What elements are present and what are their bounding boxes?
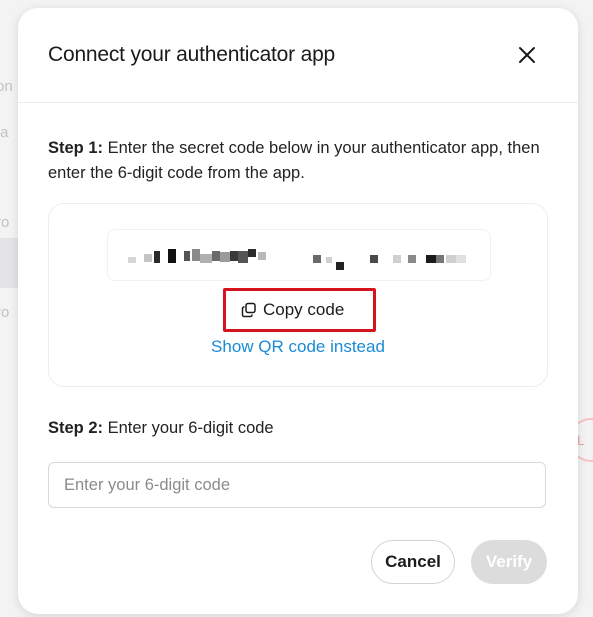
close-button[interactable] — [516, 44, 538, 66]
copy-icon — [241, 302, 256, 318]
step1-label: Step 1: — [48, 139, 104, 157]
background-row — [0, 238, 20, 288]
authenticator-modal: Connect your authenticator app Step 1: E… — [18, 8, 578, 614]
step1-instructions: Step 1: Enter the secret code below in y… — [48, 136, 548, 186]
step2-instructions: Step 2: Enter your 6-digit code — [48, 419, 274, 438]
background-text: ro — [0, 304, 10, 321]
step2-label: Step 2: — [48, 419, 104, 437]
background-text: ta — [0, 124, 9, 141]
copy-code-button[interactable]: Copy code — [241, 297, 344, 323]
step1-text: Enter the secret code below in your auth… — [48, 139, 540, 182]
modal-title: Connect your authenticator app — [48, 43, 336, 66]
blurred-secret-code — [128, 249, 466, 270]
verify-button[interactable]: Verify — [471, 540, 547, 584]
six-digit-code-input[interactable] — [48, 462, 546, 508]
copy-code-label: Copy code — [263, 300, 345, 319]
secret-code-field — [107, 229, 491, 281]
background-text: on — [0, 78, 13, 95]
secret-code-panel: Copy code Show QR code instead — [48, 203, 548, 387]
modal-header: Connect your authenticator app — [18, 8, 578, 103]
close-icon — [519, 47, 535, 63]
cancel-button[interactable]: Cancel — [371, 540, 455, 584]
background-text: ro — [0, 214, 10, 231]
step2-text: Enter your 6-digit code — [103, 419, 274, 437]
show-qr-code-link[interactable]: Show QR code instead — [49, 337, 547, 357]
